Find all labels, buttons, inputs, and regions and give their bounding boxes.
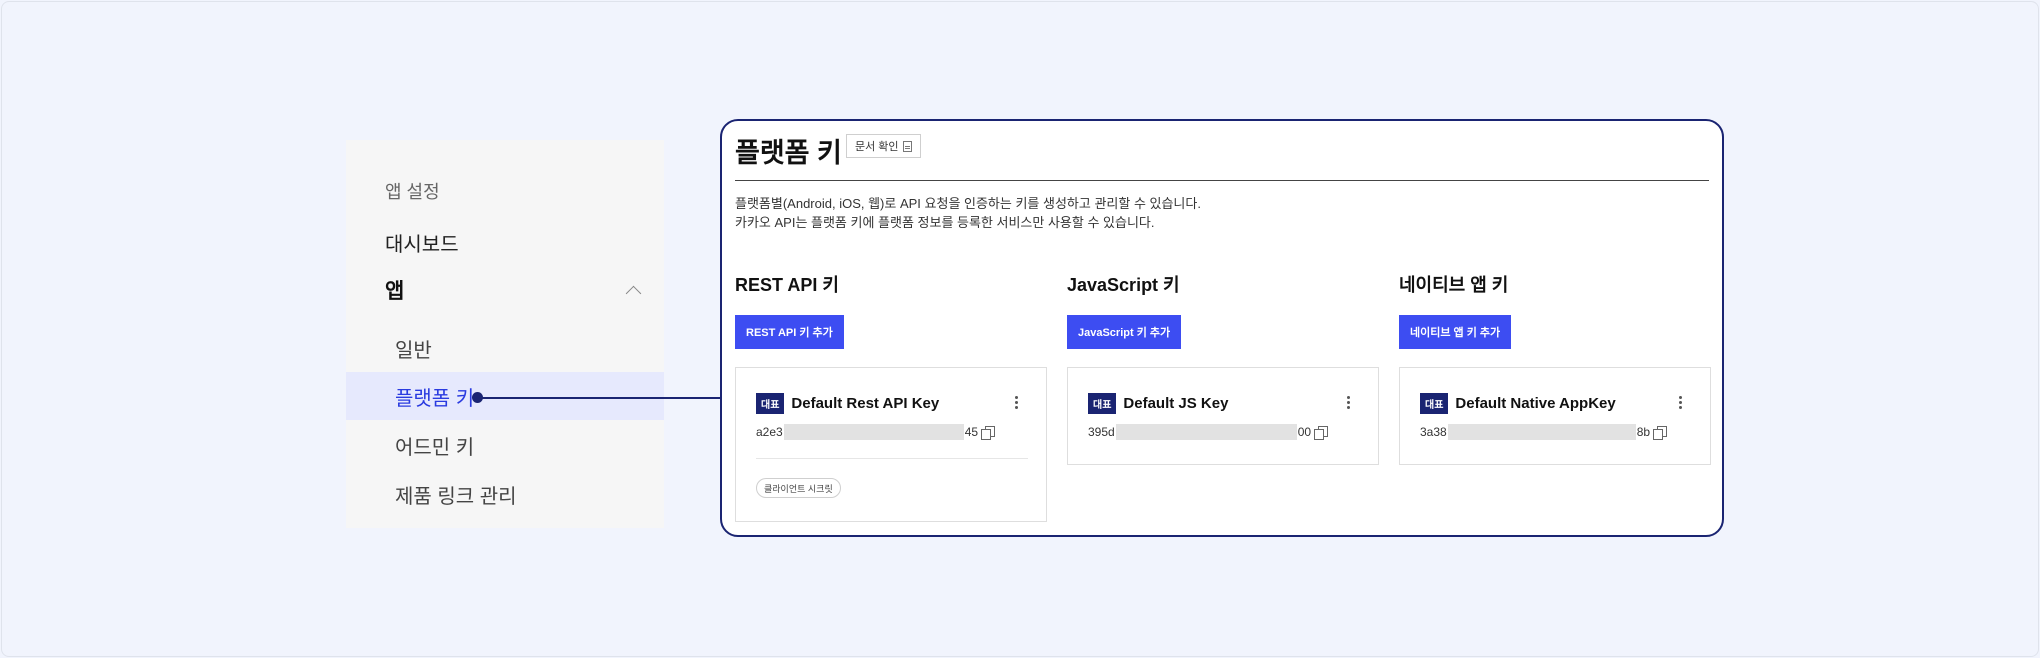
title-divider xyxy=(735,180,1709,181)
sidebar-item-product-link[interactable]: 제품 링크 관리 xyxy=(346,470,664,518)
sidebar-item-app[interactable]: 앱 xyxy=(346,268,664,312)
key-value: 3a38 8b xyxy=(1420,424,1668,440)
key-name: Default Rest API Key xyxy=(791,395,940,412)
sidebar-item-dashboard[interactable]: 대시보드 xyxy=(385,228,459,257)
document-icon xyxy=(902,140,912,152)
key-mask xyxy=(783,424,964,440)
sidebar-item-general[interactable]: 일반 xyxy=(346,324,664,372)
key-value: a2e3 45 xyxy=(756,424,996,440)
platform-key-panel: 플랫폼 키 문서 확인 플랫폼별(Android, iOS, 웹)로 API 요… xyxy=(720,119,1724,537)
key-prefix: a2e3 xyxy=(756,425,783,439)
add-rest-api-key-button[interactable]: REST API 키 추가 xyxy=(735,315,844,349)
column-title: JavaScript 키 xyxy=(1067,275,1180,295)
sidebar-item-platform-key[interactable]: 플랫폼 키 xyxy=(346,372,664,420)
doc-button[interactable]: 문서 확인 xyxy=(846,134,921,158)
add-native-app-key-button[interactable]: 네이티브 앱 키 추가 xyxy=(1399,315,1512,349)
key-mask xyxy=(1115,424,1297,440)
client-secret-chip[interactable]: 클라이언트 시크릿 xyxy=(756,478,841,498)
copy-icon[interactable] xyxy=(1314,425,1329,440)
key-suffix: 45 xyxy=(964,425,979,439)
primary-badge: 대표 xyxy=(1420,393,1449,414)
kebab-menu-icon[interactable] xyxy=(1347,396,1350,409)
key-card: 대표 Default JS Key 395d 00 xyxy=(1067,367,1379,465)
sidebar: 앱 설정 대시보드 앱 일반 플랫폼 키 어드민 키 제품 링크 관리 xyxy=(346,140,664,528)
doc-button-label: 문서 확인 xyxy=(855,141,899,153)
add-javascript-key-button[interactable]: JavaScript 키 추가 xyxy=(1067,315,1182,349)
column-title: 네이티브 앱 키 xyxy=(1399,275,1509,295)
key-card: 대표 Default Native AppKey 3a38 8b xyxy=(1399,367,1711,465)
description-line-2: 카카오 API는 플랫폼 키에 플랫폼 정보를 등록한 서비스만 사용할 수 있… xyxy=(735,215,1155,230)
key-value: 395d 00 xyxy=(1088,424,1329,440)
key-mask xyxy=(1447,424,1636,440)
sidebar-section-label: 앱 설정 xyxy=(385,182,440,202)
primary-badge: 대표 xyxy=(1088,393,1117,414)
column-title: REST API 키 xyxy=(735,275,839,295)
kebab-menu-icon[interactable] xyxy=(1679,396,1682,409)
key-prefix: 3a38 xyxy=(1420,425,1447,439)
rest-api-key-column: REST API 키 REST API 키 추가 대표 Default Rest… xyxy=(735,271,1047,522)
key-name: Default JS Key xyxy=(1123,395,1229,412)
card-header: 대표 Default Rest API Key xyxy=(756,393,939,414)
sidebar-item-admin-key[interactable]: 어드민 키 xyxy=(346,421,664,469)
key-name: Default Native AppKey xyxy=(1455,395,1616,412)
card-header: 대표 Default JS Key xyxy=(1088,393,1228,414)
connector-line xyxy=(478,397,721,399)
key-prefix: 395d xyxy=(1088,425,1115,439)
native-app-key-column: 네이티브 앱 키 네이티브 앱 키 추가 대표 Default Native A… xyxy=(1399,271,1711,465)
primary-badge: 대표 xyxy=(756,393,785,414)
card-divider xyxy=(756,458,1028,459)
javascript-key-column: JavaScript 키 JavaScript 키 추가 대표 Default … xyxy=(1067,271,1379,465)
copy-icon[interactable] xyxy=(1653,425,1668,440)
description-line-1: 플랫폼별(Android, iOS, 웹)로 API 요청을 인증하는 키를 생… xyxy=(735,196,1201,211)
key-suffix: 8b xyxy=(1636,425,1651,439)
kebab-menu-icon[interactable] xyxy=(1015,396,1018,409)
key-card: 대표 Default Rest API Key a2e3 45 클라이언트 시크… xyxy=(735,367,1047,522)
key-suffix: 00 xyxy=(1297,425,1312,439)
card-header: 대표 Default Native AppKey xyxy=(1420,393,1616,414)
page-title: 플랫폼 키 xyxy=(735,138,842,168)
sidebar-app-label: 앱 xyxy=(385,280,405,303)
chevron-up-icon[interactable] xyxy=(624,281,642,299)
copy-icon[interactable] xyxy=(981,425,996,440)
